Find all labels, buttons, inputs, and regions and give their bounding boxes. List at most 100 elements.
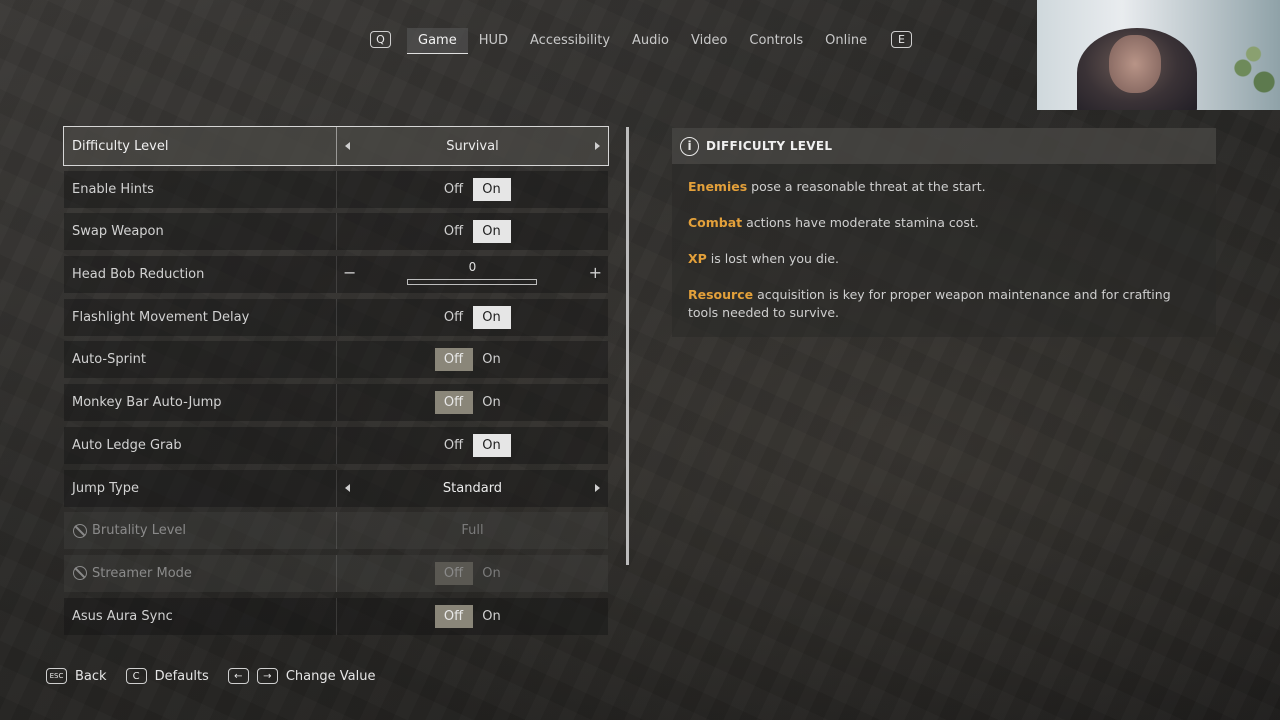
detail-line: Enemies pose a reasonable threat at the … [688, 178, 1200, 196]
disabled-value: Full [461, 523, 484, 539]
detail-line: Resource acquisition is key for proper w… [688, 286, 1200, 322]
toggle-off-option[interactable]: Off [435, 178, 473, 201]
detail-line: XP is lost when you die. [688, 250, 1200, 268]
toggle-on-option[interactable]: On [472, 433, 511, 457]
setting-label: Monkey Bar Auto-Jump [72, 395, 222, 411]
setting-jump-type[interactable]: Jump Type Standard [64, 469, 608, 507]
setting-label: Streamer Mode [92, 565, 192, 581]
setting-asus-aura-sync[interactable]: Asus Aura Sync Off On [64, 597, 608, 635]
tab-video[interactable]: Video [680, 28, 738, 54]
esc-key[interactable]: ESC [46, 668, 67, 684]
setting-head-bob-reduction[interactable]: Head Bob Reduction − 0 + [64, 256, 608, 294]
change-value-button[interactable]: Change Value [286, 669, 376, 684]
jump-type-selector[interactable]: Standard [337, 470, 608, 507]
setting-difficulty-level[interactable]: Difficulty Level Survival [63, 126, 609, 166]
detail-text: is lost when you die. [706, 251, 839, 266]
setting-enable-hints[interactable]: Enable Hints Off On [64, 170, 608, 208]
tab-game[interactable]: Game [407, 28, 468, 54]
detail-text: actions have moderate stamina cost. [742, 215, 979, 230]
setting-flashlight-movement-delay[interactable]: Flashlight Movement Delay Off On [64, 298, 608, 336]
setting-label: Auto-Sprint [72, 352, 146, 368]
setting-swap-weapon[interactable]: Swap Weapon Off On [64, 213, 608, 251]
toggle-off-option[interactable]: Off [434, 604, 473, 628]
webcam-head [1109, 35, 1161, 93]
setting-label: Jump Type [72, 480, 139, 496]
setting-label: Enable Hints [72, 181, 154, 197]
tab-accessibility[interactable]: Accessibility [519, 28, 621, 54]
detail-keyword: Enemies [688, 179, 748, 194]
detail-keyword: Combat [688, 215, 743, 230]
selector-value: Survival [446, 138, 499, 154]
settings-list: Difficulty Level Survival Enable Hints O… [63, 126, 609, 640]
right-arrow-key[interactable]: → [256, 668, 278, 684]
toggle-on-option[interactable]: On [472, 220, 511, 244]
detail-body: Enemies pose a reasonable threat at the … [672, 164, 1216, 322]
auto-ledge-grab-toggle[interactable]: Off On [337, 427, 608, 464]
toggle-on-option[interactable]: On [472, 177, 511, 201]
flashlight-delay-toggle[interactable]: Off On [337, 299, 608, 336]
detail-title: DIFFICULTY LEVEL [706, 139, 833, 153]
arrow-right-icon[interactable] [595, 141, 600, 150]
setting-label: Flashlight Movement Delay [72, 309, 250, 325]
setting-label: Head Bob Reduction [72, 267, 205, 283]
toggle-on-option[interactable]: On [473, 348, 511, 371]
setting-auto-sprint[interactable]: Auto-Sprint Off On [64, 341, 608, 379]
slider-value: 0 [468, 260, 477, 275]
aura-sync-toggle[interactable]: Off On [337, 598, 608, 635]
detail-text: pose a reasonable threat at the start. [747, 179, 986, 194]
tab-audio[interactable]: Audio [621, 28, 680, 54]
setting-label-row: Brutality Level [64, 512, 336, 549]
c-key[interactable]: C [125, 668, 147, 684]
toggle-on-option[interactable]: On [473, 605, 511, 628]
setting-auto-ledge-grab[interactable]: Auto Ledge Grab Off On [64, 426, 608, 464]
toggle-on-option[interactable]: On [473, 391, 511, 414]
ban-icon [73, 523, 87, 538]
button-hints: ESC Back C Defaults ← → Change Value [46, 668, 394, 684]
head-bob-slider[interactable]: − 0 + [337, 256, 608, 293]
toggle-on-option[interactable]: On [472, 305, 511, 329]
back-button[interactable]: Back [75, 669, 107, 684]
tab-hud[interactable]: HUD [468, 28, 519, 54]
info-icon: i [680, 136, 699, 156]
arrow-right-icon[interactable] [595, 483, 600, 492]
detail-keyword: Resource [688, 287, 754, 302]
toggle-off-option[interactable]: Off [434, 348, 473, 372]
defaults-button[interactable]: Defaults [155, 669, 209, 684]
toggle-off-option[interactable]: Off [435, 434, 473, 457]
setting-brutality-level: Brutality Level Full [64, 512, 608, 550]
enable-hints-toggle[interactable]: Off On [337, 171, 608, 208]
prev-tab-key[interactable]: Q [370, 31, 391, 48]
arrow-left-icon[interactable] [345, 141, 350, 150]
ban-icon [73, 566, 87, 581]
webcam-plant [1227, 40, 1280, 110]
selector-value: Standard [442, 480, 503, 496]
auto-sprint-toggle[interactable]: Off On [337, 341, 608, 378]
tab-online[interactable]: Online [814, 28, 878, 54]
left-arrow-key[interactable]: ← [227, 668, 249, 684]
detail-panel: i DIFFICULTY LEVEL Enemies pose a reason… [672, 128, 1216, 337]
toggle-off-option[interactable]: Off [435, 306, 473, 329]
setting-streamer-mode: Streamer Mode Off On [64, 554, 608, 592]
swap-weapon-toggle[interactable]: Off On [337, 213, 608, 250]
next-tab-key[interactable]: E [891, 31, 912, 48]
detail-line: Combat actions have moderate stamina cos… [688, 214, 1200, 232]
arrow-left-icon[interactable] [345, 483, 350, 492]
setting-label: Difficulty Level [72, 138, 169, 154]
toggle-off-option: Off [434, 561, 473, 585]
toggle-off-option[interactable]: Off [435, 220, 473, 243]
settings-scrollbar[interactable] [626, 127, 629, 565]
difficulty-selector[interactable]: Survival [337, 127, 608, 165]
webcam-overlay [1037, 0, 1280, 110]
detail-keyword: XP [688, 251, 707, 266]
tab-controls[interactable]: Controls [738, 28, 814, 54]
slider-track[interactable] [407, 279, 537, 286]
setting-monkey-bar-auto-jump[interactable]: Monkey Bar Auto-Jump Off On [64, 384, 608, 422]
toggle-on-option: On [482, 565, 501, 581]
detail-text: acquisition is key for proper weapon mai… [688, 287, 1171, 320]
setting-label: Auto Ledge Grab [72, 437, 182, 453]
toggle-off-option[interactable]: Off [434, 391, 473, 415]
monkey-bar-toggle[interactable]: Off On [337, 384, 608, 421]
streamer-mode-toggle: Off On [337, 555, 608, 592]
brutality-value: Full [337, 512, 608, 549]
plus-icon[interactable]: + [589, 263, 602, 282]
